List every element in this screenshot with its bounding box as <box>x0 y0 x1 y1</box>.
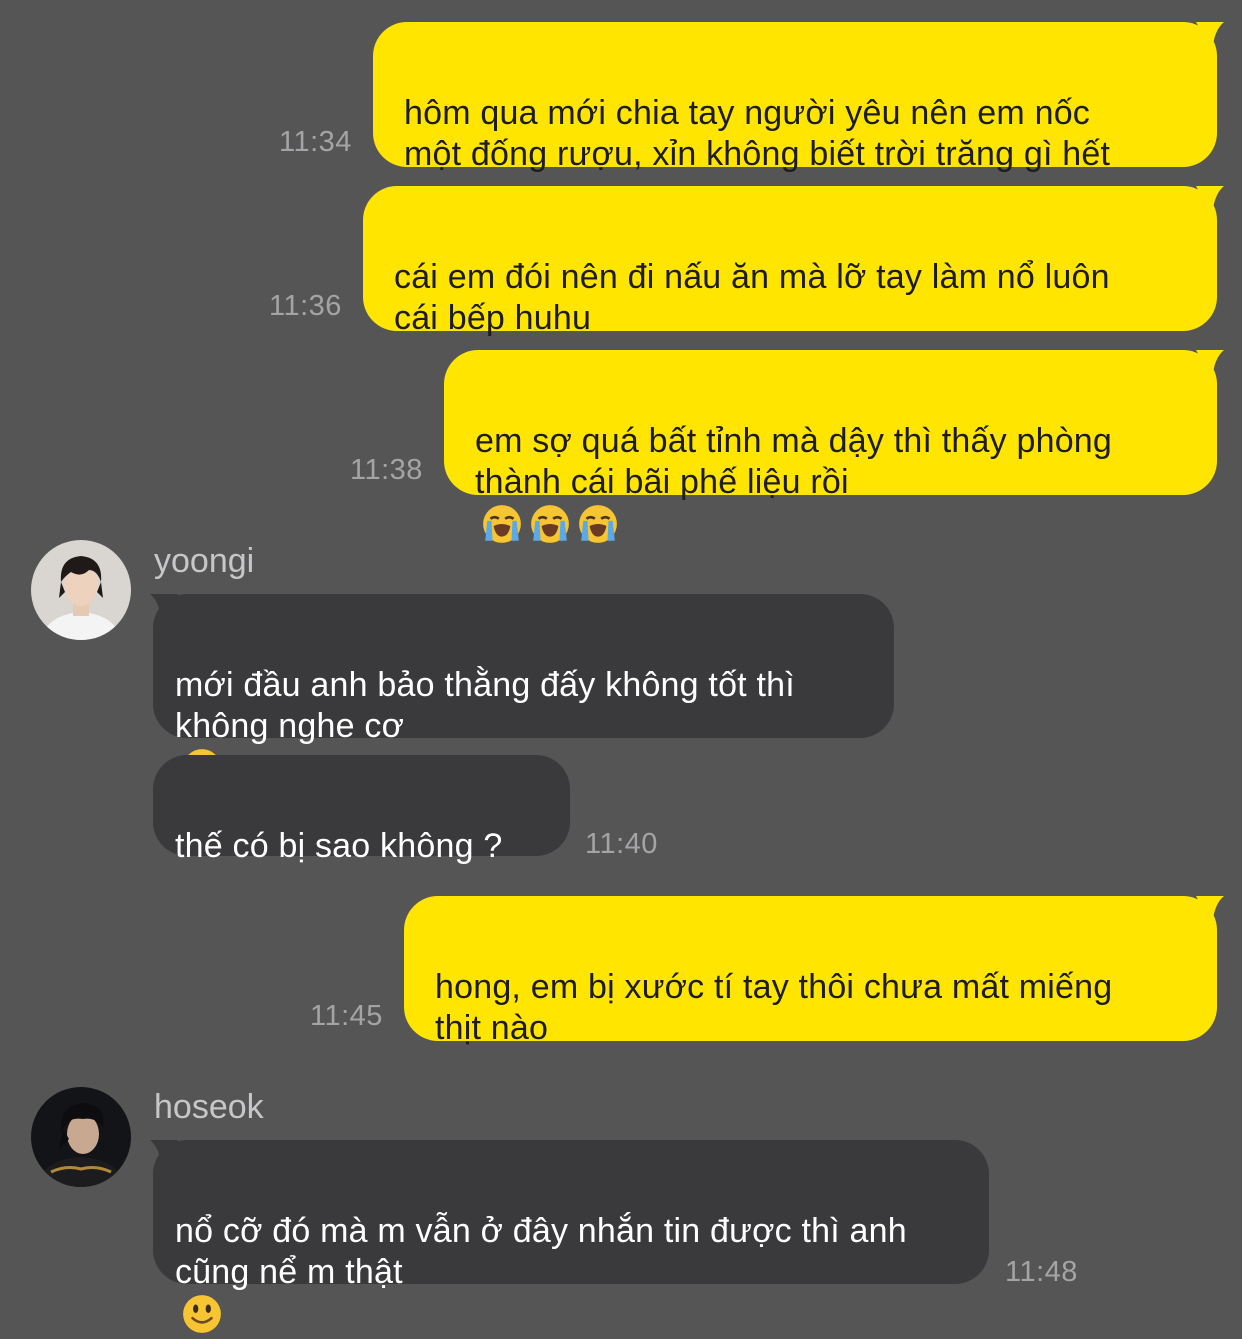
message-time: 11:38 <box>350 454 423 486</box>
message-time: 11:40 <box>585 828 658 860</box>
message-text: cái em đói nên đi nấu ăn mà lỡ tay làm n… <box>394 258 1110 337</box>
message-time: 11:34 <box>279 126 352 158</box>
loudly-crying-face-icon <box>483 505 521 543</box>
avatar-hoseok[interactable] <box>31 1087 131 1187</box>
message-bubble-outgoing[interactable]: hôm qua mới chia tay người yêu nên em nố… <box>373 22 1217 173</box>
bubble-tail <box>150 1140 178 1170</box>
message-text: em sợ quá bất tỉnh mà dậy thì thấy phòng… <box>475 422 1113 501</box>
message-text: mới đầu anh bảo thằng đấy không tốt thì … <box>175 666 795 745</box>
bubble-tail <box>1196 186 1224 216</box>
message-text: hong, em bị xước tí tay thôi chưa mất mi… <box>435 968 1113 1047</box>
bubble-tail <box>150 594 178 624</box>
sender-name: hoseok <box>154 1088 264 1126</box>
message-bubble-outgoing[interactable]: hong, em bị xước tí tay thôi chưa mất mi… <box>404 896 1217 1047</box>
message-time: 11:45 <box>310 1000 383 1032</box>
loudly-crying-face-icon <box>531 505 569 543</box>
loudly-crying-face-icon <box>579 505 617 543</box>
message-bubble-outgoing[interactable]: cái em đói nên đi nấu ăn mà lỡ tay làm n… <box>363 186 1217 337</box>
message-bubble-incoming[interactable]: nổ cỡ đó mà m vẫn ở đây nhắn tin được th… <box>153 1140 989 1333</box>
message-text: hôm qua mới chia tay người yêu nên em nố… <box>404 94 1111 173</box>
slightly-smiling-face-icon <box>183 1295 221 1333</box>
bubble-tail <box>1196 22 1224 52</box>
message-bubble-outgoing[interactable]: em sợ quá bất tỉnh mà dậy thì thấy phòng… <box>444 350 1217 543</box>
message-text: thế có bị sao không ? <box>175 827 503 865</box>
message-time: 11:36 <box>269 290 342 322</box>
sender-name: yoongi <box>154 542 255 580</box>
message-text: nổ cỡ đó mà m vẫn ở đây nhắn tin được th… <box>175 1212 907 1291</box>
message-time: 11:48 <box>1005 1256 1078 1288</box>
message-bubble-incoming[interactable]: thế có bị sao không ? <box>153 755 570 865</box>
bubble-tail <box>1196 896 1224 926</box>
avatar-yoongi[interactable] <box>31 540 131 640</box>
bubble-tail <box>1196 350 1224 380</box>
message-bubble-incoming[interactable]: mới đầu anh bảo thằng đấy không tốt thì … <box>153 594 894 787</box>
